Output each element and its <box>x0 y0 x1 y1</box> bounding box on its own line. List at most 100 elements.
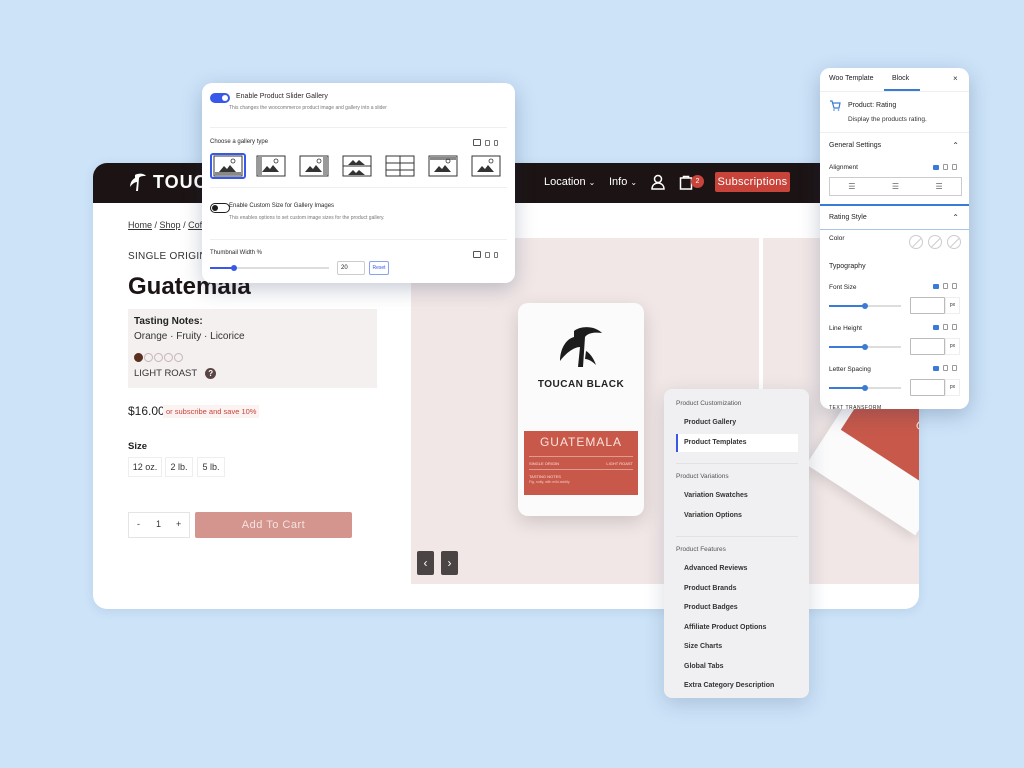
tablet-icon[interactable] <box>943 283 948 289</box>
align-left-icon[interactable]: ☰ <box>848 182 855 191</box>
unit-select[interactable]: px <box>945 379 960 396</box>
device-switcher <box>473 139 498 146</box>
qty-increment-button[interactable]: + <box>176 519 181 529</box>
toucan-icon <box>560 327 602 367</box>
rating-style-heading[interactable]: Rating Style <box>829 214 867 221</box>
thumb-width-input[interactable]: 20 <box>337 261 365 275</box>
gallery-type-single[interactable] <box>468 153 504 179</box>
menu-item-extra-category-description[interactable]: Extra Category Description <box>684 682 774 689</box>
tab-woo-template[interactable]: Woo Template <box>829 75 874 82</box>
nav-location[interactable]: Location ⌄ <box>544 176 595 188</box>
slider-handle[interactable] <box>862 385 868 391</box>
mobile-icon[interactable] <box>952 164 957 170</box>
divider <box>820 229 969 230</box>
thumb-width-slider[interactable] <box>210 265 329 271</box>
align-right-icon[interactable]: ☰ <box>936 182 943 191</box>
color-swatch[interactable] <box>947 235 961 249</box>
custom-size-help: This enables options to set custom image… <box>229 215 385 221</box>
chevron-up-icon[interactable]: ⌃ <box>952 141 959 150</box>
chevron-left-icon: ‹ <box>423 556 428 570</box>
letter-spacing-slider[interactable] <box>829 385 901 391</box>
menu-item-variation-options[interactable]: Variation Options <box>684 512 742 519</box>
slider-gallery-toggle[interactable] <box>210 93 230 103</box>
nav-info[interactable]: Info ⌄ <box>609 176 637 188</box>
menu-item-advanced-reviews[interactable]: Advanced Reviews <box>684 565 747 572</box>
gallery-type-stacked[interactable] <box>339 153 375 179</box>
size-option[interactable]: 2 lb. <box>165 457 193 477</box>
bag-notes-label: TASTING NOTES <box>529 474 561 479</box>
tablet-icon[interactable] <box>943 324 948 330</box>
tablet-icon[interactable] <box>943 365 948 371</box>
mobile-icon[interactable] <box>494 139 498 146</box>
unit-select[interactable]: px <box>945 297 960 314</box>
coffee-bag-image: TOUCAN BLACK GUATEMALA SINGLE ORIGIN LIGH… <box>518 303 644 516</box>
menu-item-global-tabs[interactable]: Global Tabs <box>684 663 724 670</box>
desktop-icon[interactable] <box>473 251 481 258</box>
desktop-icon[interactable] <box>933 324 939 330</box>
size-option[interactable]: 5 lb. <box>197 457 225 477</box>
slider-handle[interactable] <box>862 344 868 350</box>
custom-size-toggle[interactable] <box>210 203 230 213</box>
mobile-icon[interactable] <box>952 283 957 289</box>
slider-gallery-label: Enable Product Slider Gallery <box>236 93 328 100</box>
gallery-next-button[interactable]: › <box>441 551 458 575</box>
unit-select[interactable]: px <box>945 338 960 355</box>
typography-label: Typography <box>829 263 866 270</box>
tab-block[interactable]: Block <box>892 75 909 82</box>
reset-button[interactable]: Reset <box>369 261 389 275</box>
help-icon[interactable]: ? <box>205 368 217 379</box>
menu-item-product-templates[interactable]: Product Templates <box>684 439 747 446</box>
menu-item-variation-swatches[interactable]: Variation Swatches <box>684 492 748 499</box>
mobile-icon[interactable] <box>952 324 957 330</box>
user-icon[interactable] <box>651 174 665 190</box>
menu-item-product-badges[interactable]: Product Badges <box>684 604 738 611</box>
desktop-icon[interactable] <box>933 164 939 170</box>
gallery-prev-button[interactable]: ‹ <box>417 551 434 575</box>
desktop-icon[interactable] <box>473 139 481 146</box>
menu-item-size-charts[interactable]: Size Charts <box>684 643 722 650</box>
menu-item-product-gallery[interactable]: Product Gallery <box>684 419 736 426</box>
letter-spacing-input[interactable] <box>910 379 945 396</box>
align-center-icon[interactable]: ☰ <box>892 182 899 191</box>
chevron-right-icon: › <box>447 556 452 570</box>
slider-handle[interactable] <box>862 303 868 309</box>
menu-item-product-brands[interactable]: Product Brands <box>684 585 737 592</box>
gallery-type-thumbs-left[interactable] <box>253 153 289 179</box>
color-label: Color <box>829 235 845 242</box>
gallery-type-thumbs-top[interactable] <box>425 153 461 179</box>
line-height-input[interactable] <box>910 338 945 355</box>
gallery-type-thumbs-right[interactable] <box>296 153 332 179</box>
desktop-icon[interactable] <box>933 365 939 371</box>
device-switcher <box>473 251 498 258</box>
close-icon[interactable]: × <box>953 74 958 83</box>
menu-item-affiliate-product-options[interactable]: Affiliate Product Options <box>684 624 766 631</box>
general-settings-heading[interactable]: General Settings <box>829 142 881 149</box>
subscriptions-button[interactable]: Subscriptions <box>715 172 790 192</box>
tablet-icon[interactable] <box>485 251 490 258</box>
gallery-type-thumbs-bottom[interactable] <box>210 153 246 179</box>
font-size-label: Font Size <box>829 284 857 291</box>
add-to-cart-button[interactable]: Add To Cart <box>195 512 352 538</box>
desktop-icon[interactable] <box>933 283 939 289</box>
color-swatch[interactable] <box>909 235 923 249</box>
slider-handle[interactable] <box>230 265 237 271</box>
mobile-icon[interactable] <box>494 251 498 258</box>
breadcrumb-shop[interactable]: Shop <box>160 220 181 230</box>
alignment-label: Alignment <box>829 164 858 171</box>
tablet-icon[interactable] <box>943 164 948 170</box>
color-swatch[interactable] <box>928 235 942 249</box>
font-size-input[interactable] <box>910 297 945 314</box>
qty-value[interactable]: 1 <box>156 519 161 529</box>
block-description: Display the products rating. <box>848 116 927 123</box>
breadcrumb-home[interactable]: Home <box>128 220 152 230</box>
tasting-notes: Orange · Fruity · Licorice <box>134 331 245 342</box>
mobile-icon[interactable] <box>952 365 957 371</box>
size-option[interactable]: 12 oz. <box>128 457 162 477</box>
gallery-type-grid[interactable] <box>382 153 418 179</box>
tablet-icon[interactable] <box>485 139 490 146</box>
qty-decrement-button[interactable]: - <box>137 519 140 529</box>
font-size-slider[interactable] <box>829 303 901 309</box>
quantity-stepper: - 1 + <box>128 512 190 538</box>
line-height-slider[interactable] <box>829 344 901 350</box>
chevron-up-icon[interactable]: ⌃ <box>952 213 959 222</box>
